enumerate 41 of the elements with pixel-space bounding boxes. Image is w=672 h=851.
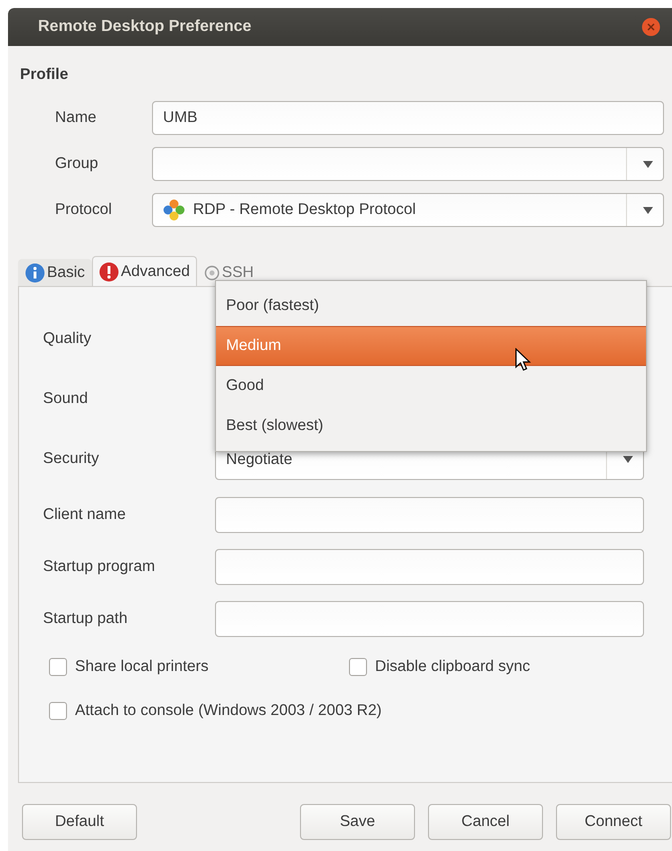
tab[interactable]: SSH [196,259,261,286]
field-label: Group [55,155,100,173]
text-field[interactable]: UMB [152,101,664,135]
text-field[interactable] [215,601,644,637]
dropdown-arrow-icon [643,160,653,168]
combo-box[interactable]: RDP - Remote Desktop Protocol [152,193,664,227]
field-label: Startup program [43,558,156,576]
dialog-button[interactable]: Save [300,804,415,840]
info-icon [25,263,45,283]
window-title: Remote Desktop Preference [38,18,252,36]
checkbox[interactable] [49,658,67,676]
tab[interactable]: Basic [18,259,92,286]
field-label: Sound [43,390,89,408]
field-label: Security [43,450,100,468]
tab[interactable]: Advanced [92,256,197,286]
checkbox[interactable] [49,702,67,720]
field-label: Quality [43,330,92,348]
menu-item[interactable]: Good [216,366,646,406]
dialog-button[interactable]: Connect [556,804,671,840]
protocol-icon [163,199,185,221]
checkbox-label: Disable clipboard sync [375,658,530,676]
combo-box[interactable] [152,147,664,181]
checkbox[interactable] [349,658,367,676]
dropdown-arrow-icon [623,456,633,462]
menu-item[interactable]: Poor (fastest) [216,286,646,326]
warning-icon [98,262,119,282]
text-field[interactable] [215,497,644,533]
close-icon [647,23,655,31]
close-button[interactable] [642,18,660,36]
section-heading: Profile [20,66,70,84]
field-label: Startup path [43,610,128,628]
dialog-button[interactable]: Default [22,804,137,840]
checkbox-label: Attach to console (Windows 2003 / 2003 R2) [75,702,382,720]
field-label: Client name [43,506,127,524]
dialog-button[interactable]: Cancel [428,804,543,840]
field-label: Protocol [55,201,113,219]
text-field[interactable] [215,549,644,585]
dropdown-arrow-icon [643,206,653,214]
field-label: Name [55,109,98,127]
mouse-cursor-icon [515,348,531,372]
checkbox-label: Share local printers [75,658,209,676]
